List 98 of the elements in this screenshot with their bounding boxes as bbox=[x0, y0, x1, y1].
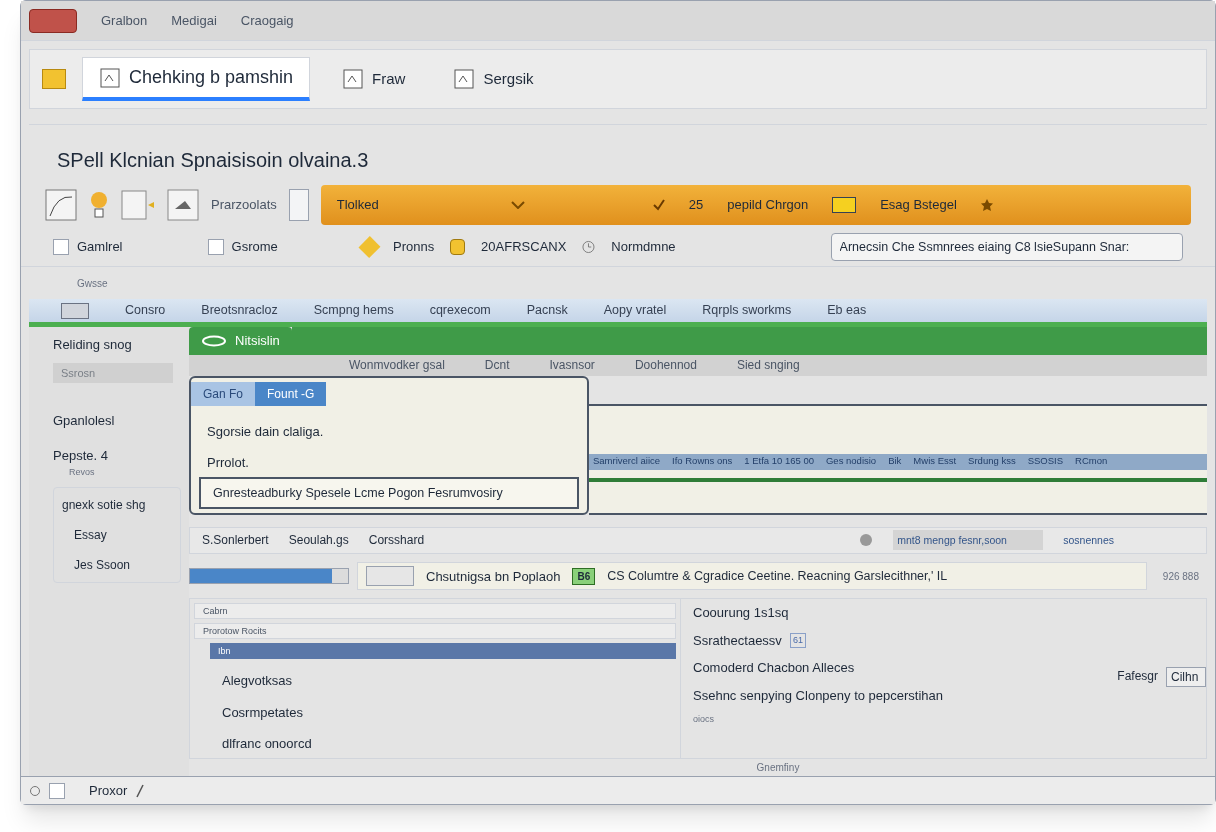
column-title: RCmon bbox=[1075, 454, 1108, 469]
tag-label: Pronns bbox=[392, 237, 435, 256]
page-heading: SPell Klcnian Spnaisisoin olvaina.3 bbox=[57, 149, 369, 171]
toolbar-tab[interactable]: Fraw bbox=[326, 57, 422, 101]
toolbar-tab[interactable]: Sergsik bbox=[437, 57, 550, 101]
nav-item[interactable]: Rqrpls sworkms bbox=[702, 301, 792, 320]
match-count: 926 888 bbox=[1161, 569, 1200, 584]
window-icon[interactable] bbox=[61, 302, 89, 319]
find-item[interactable]: Corsshard bbox=[368, 531, 425, 550]
result-row[interactable]: Prorotow Rocits bbox=[194, 623, 676, 640]
detail-line: Coourung 1s1sq bbox=[693, 604, 789, 623]
tag-label: 20AFRSCANX bbox=[481, 237, 567, 256]
footer-note: Gnemfiny bbox=[756, 760, 800, 775]
check-icon bbox=[652, 199, 665, 211]
checkbox-label: Gamlrel bbox=[77, 237, 123, 256]
popup-input[interactable]: Gnresteadburky Spesele Lcme Pogon Fesrumvosiry bbox=[199, 476, 579, 509]
checkbox-label: Gsrome bbox=[231, 237, 278, 256]
document-tab[interactable]: Nitsislin bbox=[189, 327, 292, 355]
status-checkbox[interactable] bbox=[49, 782, 65, 799]
banner-tag: Esag Bstegel bbox=[880, 195, 957, 215]
popup-title: Sgorsie dain claliga. bbox=[206, 422, 325, 441]
search-field[interactable]: Ssrosn bbox=[53, 362, 173, 383]
group-item[interactable]: Jes Ssoon bbox=[62, 556, 172, 574]
slider-track[interactable] bbox=[189, 568, 349, 585]
app-icon bbox=[29, 8, 77, 33]
result-row[interactable]: Cabrn bbox=[194, 603, 676, 620]
text-field[interactable]: Cilhn bbox=[1166, 667, 1206, 688]
checkbox[interactable] bbox=[207, 238, 224, 255]
nav-item[interactable]: Eb eas bbox=[827, 301, 867, 320]
banner-count: 25 bbox=[688, 196, 704, 215]
detail-line: Ssehnc senpying Clonpeny to pepcerstihan bbox=[693, 686, 944, 705]
column-title: Samrivercl aiice bbox=[593, 454, 661, 469]
column-title: SSOSIS bbox=[1027, 454, 1063, 469]
banner-dropdown[interactable]: Tlolked bbox=[336, 195, 487, 215]
find-item[interactable]: Seoulah.gs bbox=[288, 531, 349, 550]
column-title: 1 Etfa 10 165 00 bbox=[744, 454, 814, 469]
find-item[interactable]: S.Sonlerbert bbox=[202, 531, 269, 550]
column-title: Bik bbox=[888, 454, 902, 469]
group-item[interactable]: Essay bbox=[62, 526, 172, 544]
detail-line: oiocs bbox=[693, 713, 714, 727]
header-item: Sied snging bbox=[736, 357, 800, 375]
nav-item[interactable]: Pacnsk bbox=[526, 301, 568, 320]
detail-line: Ssrathectaessv bbox=[693, 631, 782, 650]
group-title: gnexk sotie shg bbox=[62, 497, 147, 514]
status-label: Proxor bbox=[88, 781, 128, 800]
caret-icon[interactable] bbox=[510, 201, 525, 209]
header-item: Ivasnsor bbox=[549, 357, 595, 375]
detail-line: Comoderd Chacbon Alleces bbox=[693, 659, 855, 678]
column-title: Ifo Rowns ons bbox=[672, 454, 733, 469]
header-item: Wonmvodker gsal bbox=[349, 357, 445, 375]
toolbar-tab[interactable]: Chehking b pamshin bbox=[82, 57, 311, 101]
page-icon[interactable] bbox=[121, 189, 155, 221]
slider-fill[interactable] bbox=[190, 569, 333, 584]
result-item[interactable]: Alegvotksas bbox=[194, 663, 676, 691]
checkbox[interactable] bbox=[53, 238, 69, 255]
result-item[interactable]: dlfranc onoorcd bbox=[194, 726, 676, 754]
clock-icon bbox=[582, 239, 596, 254]
input-field[interactable] bbox=[366, 566, 414, 587]
sidebar-title: Reliding snog bbox=[53, 336, 133, 354]
popup-tab[interactable]: Fount -G bbox=[255, 381, 327, 406]
text-field[interactable]: Arnecsin Che Ssmnrees eiaing C8 lsieSupann Snar: bbox=[830, 232, 1183, 261]
sidebar-subtext: Revos bbox=[68, 465, 96, 479]
popup-label: Prrolot. bbox=[206, 454, 250, 473]
nav-item[interactable]: Consro bbox=[125, 301, 166, 320]
popup-tab[interactable]: Gan Fo bbox=[191, 381, 256, 406]
chart-icon[interactable] bbox=[45, 189, 77, 221]
detail-tag: 61 bbox=[789, 632, 806, 649]
column-title: Srdung kss bbox=[968, 454, 1016, 469]
nav-item[interactable]: Scmpng hems bbox=[313, 301, 394, 320]
header-item: Doohennod bbox=[634, 357, 697, 375]
find-extra: sosnennes bbox=[1063, 532, 1114, 548]
header-item: Dcnt bbox=[484, 357, 510, 375]
star-icon[interactable] bbox=[980, 199, 993, 211]
sidebar-heading: Gpanlolesl bbox=[53, 411, 116, 430]
page-count: Pepste. 4 bbox=[53, 447, 109, 465]
field-label: Fafesgr bbox=[1117, 668, 1158, 686]
panel-icon[interactable] bbox=[288, 189, 309, 221]
result-item[interactable]: Cosrmpetates bbox=[194, 694, 676, 723]
count-badge: B6 bbox=[572, 567, 596, 585]
replace-text: Chsutnigsa bn Poplaoh bbox=[426, 567, 561, 586]
lightbulb-icon[interactable] bbox=[89, 189, 109, 221]
menu-item[interactable]: Craogaig bbox=[240, 10, 294, 31]
replace-summary: CS Columtre & Cgradice Ceetine. Reacning Garslecithner,' IL bbox=[607, 567, 948, 585]
column-title: Mwis Esst bbox=[913, 454, 957, 469]
nav-item[interactable]: Aopy vratel bbox=[603, 301, 667, 320]
nav-item[interactable]: Breotsnracloz bbox=[201, 301, 278, 320]
section-label: Gwsse bbox=[77, 276, 108, 291]
column-title: Ges nodisio bbox=[826, 454, 877, 469]
menu-item[interactable]: Gralbon bbox=[101, 10, 148, 31]
mode-label: Normdmne bbox=[611, 237, 677, 256]
ribbon-label: Prarzoolats bbox=[211, 196, 277, 215]
menu-item[interactable]: Medigai bbox=[171, 10, 217, 31]
image-icon[interactable] bbox=[167, 189, 199, 221]
banner-text: pepild Chrgon bbox=[727, 196, 809, 215]
search-field[interactable]: mnt8 mengp fesnr,soon bbox=[893, 530, 1044, 551]
pencil-icon[interactable] bbox=[135, 783, 146, 798]
result-row[interactable]: Ibn bbox=[210, 643, 676, 660]
nav-item[interactable]: cqrexecom bbox=[429, 301, 491, 320]
